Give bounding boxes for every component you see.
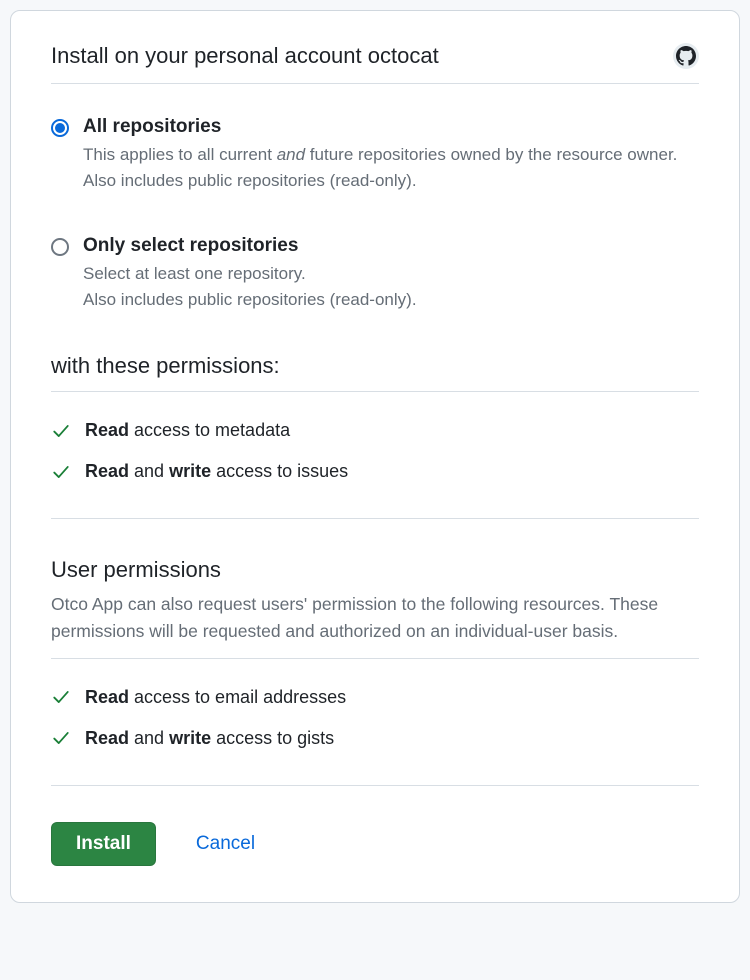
cancel-button[interactable]: Cancel: [196, 833, 255, 855]
user-permissions-desc: Otco App can also request users' permiss…: [51, 591, 699, 659]
octocat-icon: [676, 46, 696, 66]
card-header: Install on your personal account octocat: [51, 43, 699, 84]
permission-text: Read and write access to issues: [85, 461, 348, 482]
radio-select-repos[interactable]: [51, 238, 69, 256]
option-all-title: All repositories: [83, 116, 699, 138]
user-permissions-list: Read access to email addresses Read and w…: [51, 659, 699, 777]
check-icon: [51, 462, 71, 482]
card-title: Install on your personal account octocat: [51, 43, 439, 69]
check-icon: [51, 728, 71, 748]
permissions-heading: with these permissions:: [51, 353, 699, 392]
user-permissions-heading: User permissions: [51, 557, 699, 583]
option-select-repos[interactable]: Only select repositories Select at least…: [51, 235, 699, 314]
permission-item: Read access to metadata: [51, 420, 699, 441]
permission-text: Read and write access to gists: [85, 728, 334, 749]
permission-item: Read access to email addresses: [51, 687, 699, 708]
option-all-desc: This applies to all current and future r…: [83, 142, 699, 195]
permission-text: Read access to email addresses: [85, 687, 346, 708]
install-card: Install on your personal account octocat…: [10, 10, 740, 903]
permission-text: Read access to metadata: [85, 420, 290, 441]
avatar[interactable]: [673, 43, 699, 69]
permissions-list: Read access to metadata Read and write ac…: [51, 392, 699, 510]
divider: [51, 518, 699, 519]
install-button[interactable]: Install: [51, 822, 156, 866]
check-icon: [51, 421, 71, 441]
permission-item: Read and write access to issues: [51, 461, 699, 482]
footer-actions: Install Cancel: [51, 822, 699, 866]
radio-all-repos[interactable]: [51, 119, 69, 137]
check-icon: [51, 687, 71, 707]
option-select-desc: Select at least one repository. Also inc…: [83, 261, 699, 314]
option-all-repos[interactable]: All repositories This applies to all cur…: [51, 116, 699, 195]
option-select-title: Only select repositories: [83, 235, 699, 257]
permission-item: Read and write access to gists: [51, 728, 699, 749]
footer-divider: [51, 785, 699, 786]
